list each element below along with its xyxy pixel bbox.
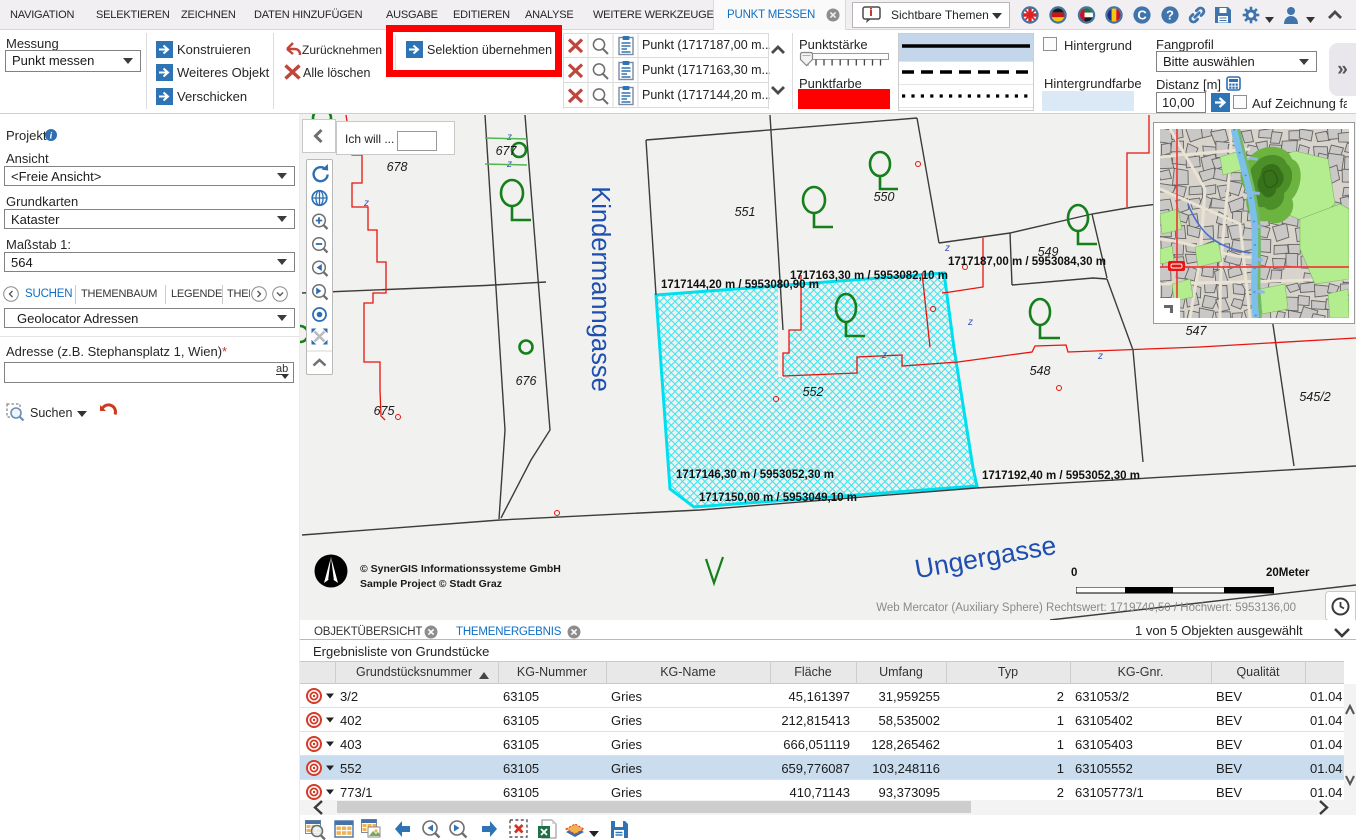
- svg-text:677: 677: [496, 144, 518, 158]
- svg-text:678: 678: [387, 160, 408, 174]
- svg-text:z: z: [944, 243, 950, 254]
- svg-text:z: z: [1097, 351, 1103, 362]
- svg-text:1717163,30 m / 5953082,10 m: 1717163,30 m / 5953082,10 m: [790, 270, 948, 282]
- svg-text:C: C: [1137, 8, 1147, 23]
- svg-text:551: 551: [735, 205, 756, 219]
- svg-text:z: z: [967, 317, 973, 328]
- svg-text:Kindermanngasse: Kindermanngasse: [586, 186, 614, 392]
- svg-text:z: z: [881, 350, 887, 361]
- svg-text:676: 676: [516, 374, 537, 388]
- svg-text:Ungergasse: Ungergasse: [912, 530, 1058, 584]
- svg-text:675: 675: [374, 404, 395, 418]
- svg-text:z: z: [506, 132, 512, 143]
- svg-text:1717150,00 m / 5953049,10 m: 1717150,00 m / 5953049,10 m: [699, 492, 857, 504]
- svg-text:550: 550: [874, 190, 895, 204]
- svg-text:552: 552: [803, 385, 824, 399]
- svg-text:548: 548: [1030, 364, 1051, 378]
- svg-text:1717192,40 m / 5953052,30 m: 1717192,40 m / 5953052,30 m: [982, 470, 1140, 482]
- svg-text:i: i: [50, 132, 53, 142]
- svg-text:?: ?: [1166, 8, 1174, 23]
- svg-text:545/2: 545/2: [1299, 390, 1330, 404]
- svg-text:1717187,00 m / 5953084,30 m: 1717187,00 m / 5953084,30 m: [948, 256, 1106, 268]
- svg-text:1717146,30 m / 5953052,30 m: 1717146,30 m / 5953052,30 m: [676, 469, 834, 481]
- svg-text:547: 547: [1186, 324, 1208, 338]
- svg-text:z: z: [363, 198, 369, 209]
